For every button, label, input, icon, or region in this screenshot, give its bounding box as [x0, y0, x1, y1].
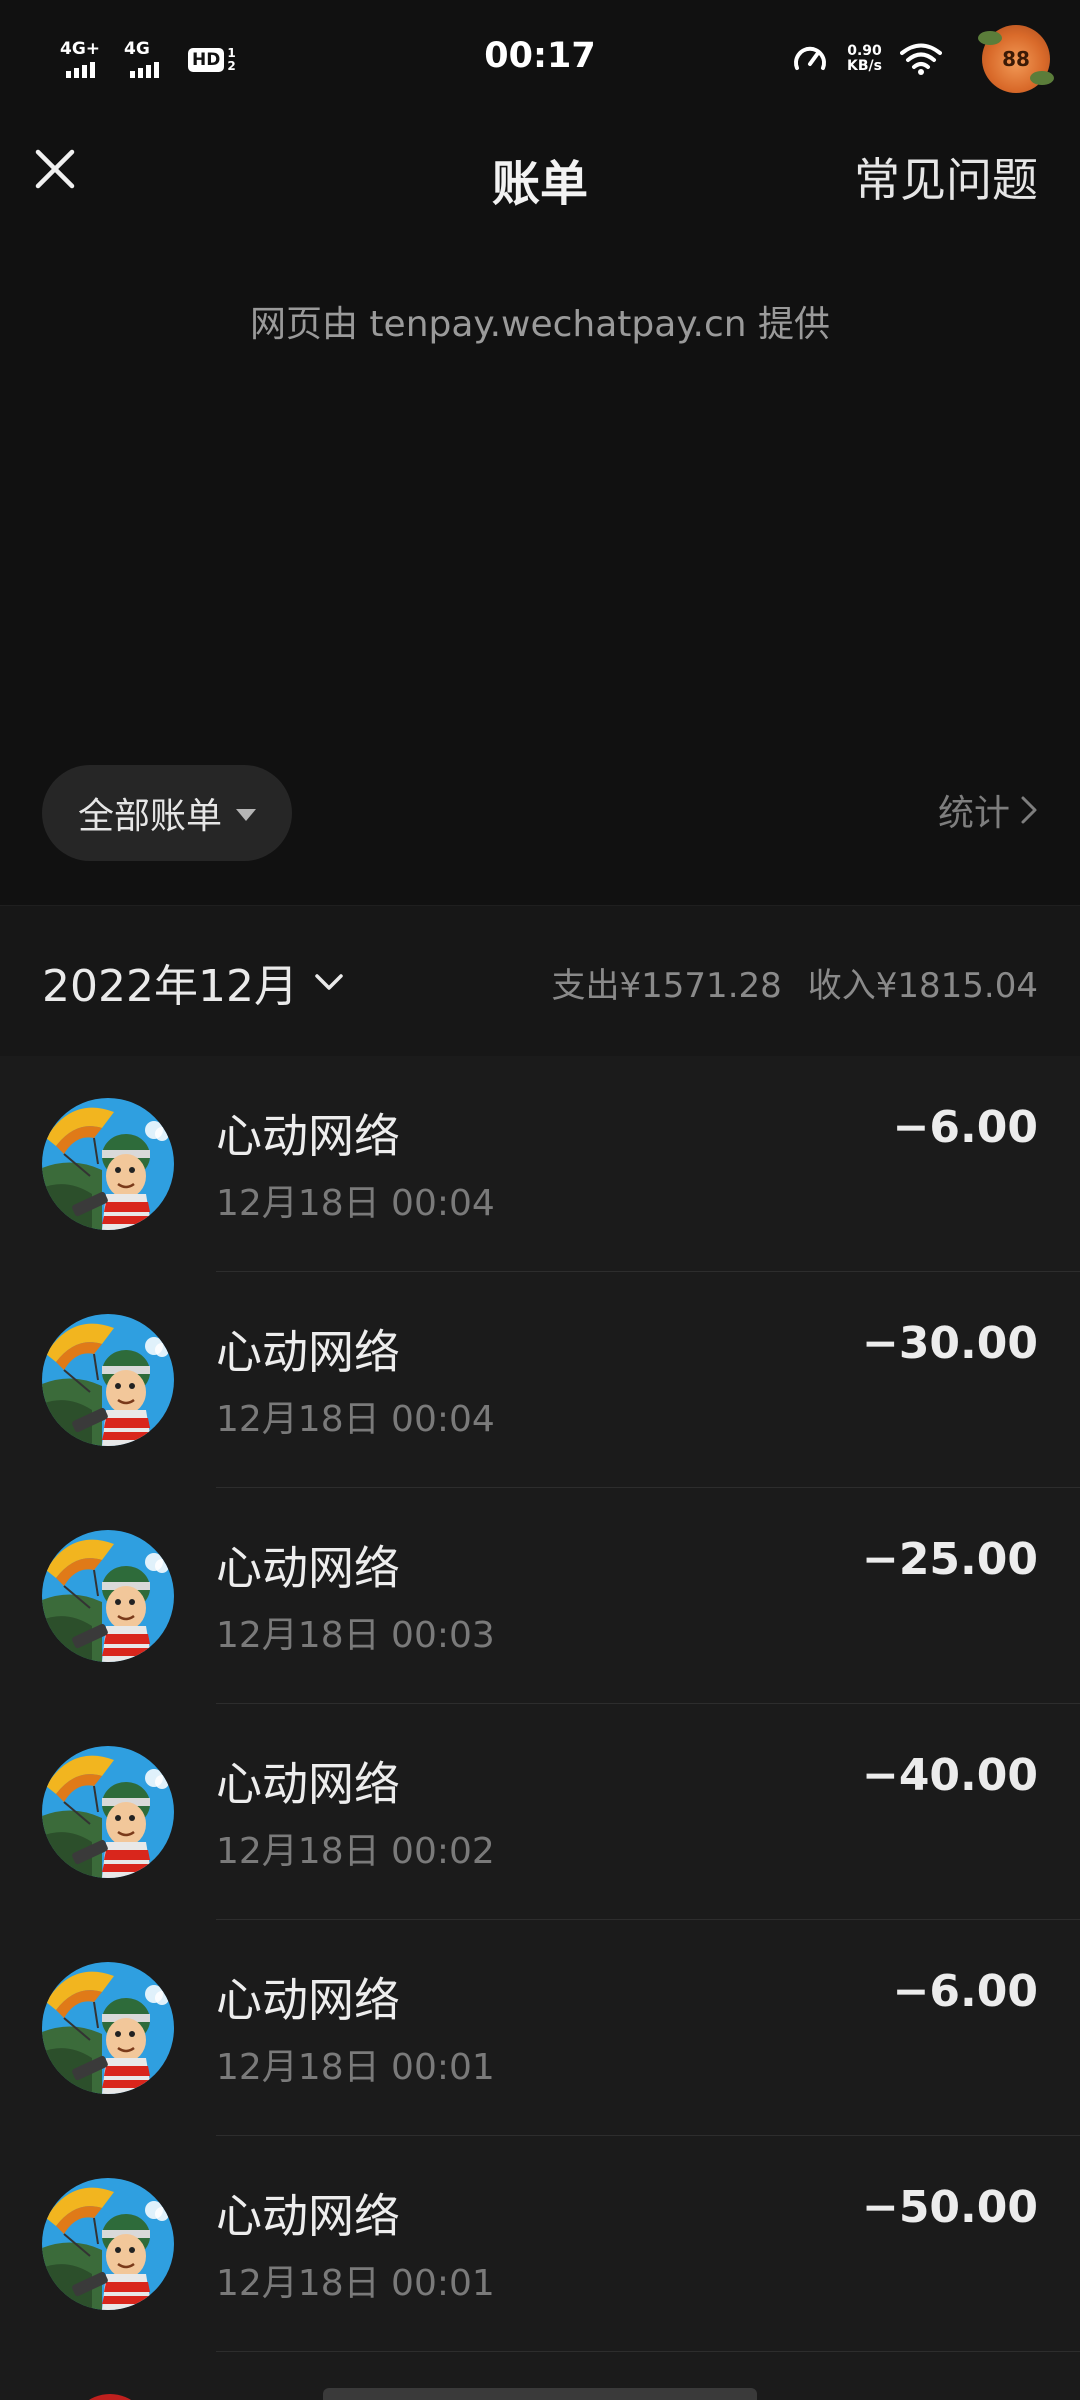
transaction-amount: −25.00 [861, 1534, 1038, 1585]
stats-link[interactable]: 统计 [938, 784, 1038, 836]
merchant-name: 心动网络 [216, 2189, 400, 2243]
income-total: 收入¥1815.04 [807, 966, 1038, 1006]
all-bills-filter[interactable]: 全部账单 [42, 765, 292, 861]
transaction-time: 12月18日 00:01 [216, 2263, 495, 2304]
transaction-row[interactable]: 心动网络 12月18日 00:04 −30.00 [0, 1272, 1080, 1488]
transaction-time: 12月18日 00:04 [216, 1183, 495, 1224]
merchant-avatar [42, 1098, 174, 1230]
merchant-avatar-icon [42, 1746, 174, 1878]
merchant-avatar-icon [42, 1962, 174, 2094]
month-header: 2022年12月 支出¥1571.28 收入¥1815.04 [0, 905, 1080, 1057]
speedometer-icon [794, 46, 827, 70]
month-label: 2022年12月 [42, 961, 298, 1012]
wifi-icon [900, 43, 942, 75]
merchant-name: 心动网络 [216, 1757, 400, 1811]
status-right: 0.90 KB/s [791, 40, 942, 78]
merchant-avatar [42, 2178, 174, 2310]
transaction-row[interactable]: 心动网络 12月18日 00:01 −6.00 [0, 1920, 1080, 2136]
network-speed: 0.90 KB/s [847, 44, 882, 74]
transaction-time: 12月18日 00:01 [216, 2047, 495, 2088]
next-merchant-avatar-partial [70, 2394, 150, 2400]
transaction-row[interactable]: 心动网络 12月18日 00:02 −40.00 [0, 1704, 1080, 1920]
row-divider [216, 2351, 1080, 2352]
month-selector[interactable]: 2022年12月 [42, 950, 344, 1014]
close-button[interactable] [28, 142, 82, 196]
merchant-avatar-icon [42, 2178, 174, 2310]
speed-value: 0.90 [847, 43, 882, 59]
month-summary: 支出¥1571.28 收入¥1815.04 [552, 958, 1038, 1007]
transaction-time: 12月18日 00:02 [216, 1831, 495, 1872]
merchant-avatar-icon [42, 1098, 174, 1230]
transaction-list: 心动网络 12月18日 00:04 −6.00 心动网络 12月18日 00:0… [0, 1056, 1080, 2400]
merchant-avatar [42, 1314, 174, 1446]
all-bills-label: 全部账单 [77, 796, 222, 837]
status-avatar-text: 88 [1002, 47, 1030, 71]
merchant-avatar-icon [42, 1314, 174, 1446]
transaction-amount: −40.00 [861, 1750, 1038, 1801]
transaction-time: 12月18日 00:03 [216, 1615, 495, 1656]
transaction-row[interactable]: 心动网络 12月18日 00:04 −6.00 [0, 1056, 1080, 1272]
merchant-avatar [42, 1746, 174, 1878]
merchant-name: 心动网络 [216, 1973, 400, 2027]
transaction-amount: −6.00 [892, 1966, 1038, 2017]
transaction-amount: −50.00 [861, 2182, 1038, 2233]
faq-link[interactable]: 常见问题 [854, 144, 1038, 210]
nav-header: 账单 常见问题 [0, 120, 1080, 230]
close-icon [35, 149, 75, 189]
expense-total: 支出¥1571.28 [551, 966, 782, 1006]
transaction-amount: −30.00 [861, 1318, 1038, 1369]
speed-unit: KB/s [847, 58, 882, 74]
merchant-name: 心动网络 [216, 1541, 400, 1595]
home-indicator[interactable] [323, 2388, 757, 2400]
merchant-name: 心动网络 [216, 1325, 400, 1379]
transaction-row[interactable]: 心动网络 12月18日 00:03 −25.00 [0, 1488, 1080, 1704]
merchant-name: 心动网络 [216, 1109, 400, 1163]
status-bar: 4G+ 4G HD 12 00:17 0.90 KB/s 88 [0, 0, 1080, 120]
chevron-down-icon [315, 974, 343, 990]
status-avatar-icon: 88 [978, 25, 1054, 93]
chevron-right-icon [1021, 796, 1037, 824]
merchant-avatar-icon [42, 1530, 174, 1662]
merchant-avatar [42, 1530, 174, 1662]
stats-label: 统计 [937, 793, 1010, 834]
provider-text: 网页由 tenpay.wechatpay.cn 提供 [249, 304, 830, 345]
transaction-time: 12月18日 00:04 [216, 1399, 495, 1440]
merchant-avatar [42, 1962, 174, 2094]
transaction-row[interactable]: 心动网络 12月18日 00:01 −50.00 [0, 2136, 1080, 2352]
caret-down-icon [236, 809, 256, 821]
transaction-amount: −6.00 [892, 1102, 1038, 1153]
